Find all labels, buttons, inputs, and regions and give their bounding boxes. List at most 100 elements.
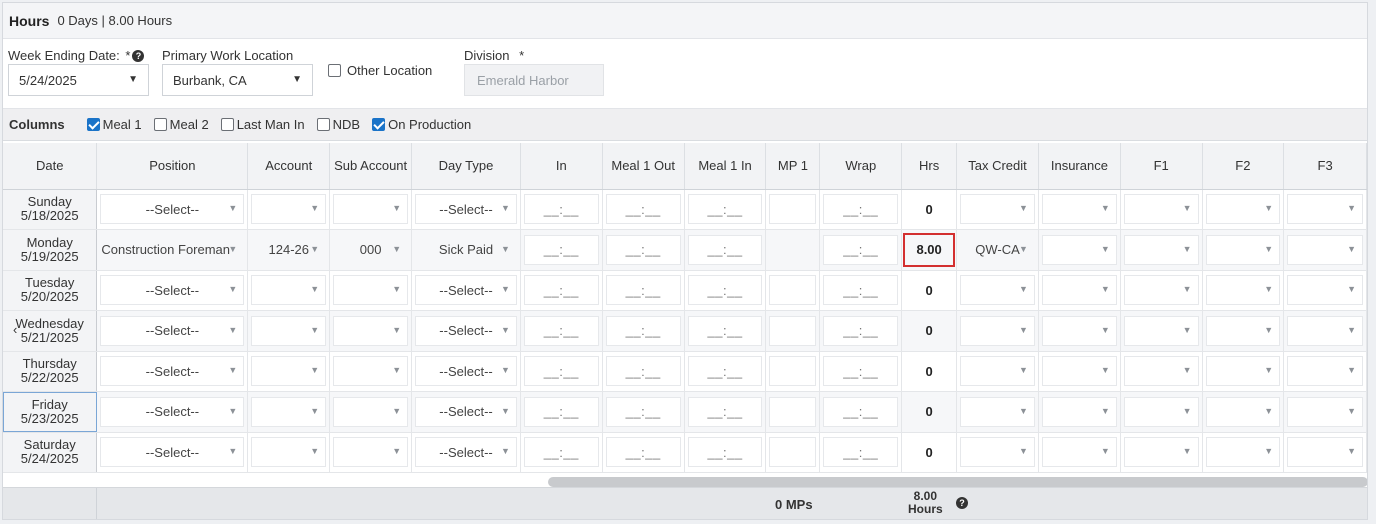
f1-select[interactable]: ▼	[1123, 437, 1199, 468]
tax-credit-select[interactable]: ▼	[960, 315, 1035, 346]
horizontal-scrollbar[interactable]	[548, 477, 1367, 487]
column-header-account[interactable]: Account	[247, 143, 331, 190]
account-select[interactable]: ▼	[251, 275, 327, 306]
day-type-select[interactable]: Sick Paid ▼	[415, 235, 517, 265]
column-header-meal-1-in[interactable]: Meal 1 In	[684, 143, 767, 190]
column-header-tax-credit[interactable]: Tax Credit	[956, 143, 1039, 190]
checkbox[interactable]	[86, 118, 100, 131]
f2-select[interactable]: ▼	[1205, 315, 1281, 346]
insurance-select[interactable]: ▼	[1041, 396, 1117, 427]
insurance-select[interactable]: ▼	[1041, 356, 1117, 387]
sub-account-select[interactable]: ▼	[333, 315, 409, 346]
checkbox[interactable]	[153, 118, 167, 131]
primary-location-select[interactable]: Burbank, CA ▼	[162, 64, 313, 96]
meal1-in-time[interactable]: __:__	[687, 194, 763, 225]
column-header-hrs[interactable]: Hrs	[901, 143, 958, 190]
date-cell[interactable]: Saturday 5/24/2025	[3, 432, 98, 473]
meal1-out-time[interactable]: __:__	[605, 275, 681, 306]
meal1-out-time[interactable]: __:__	[605, 356, 681, 387]
other-location-toggle[interactable]: Other Location	[328, 63, 432, 78]
meal1-in-time[interactable]: __:__	[687, 437, 763, 468]
f1-select[interactable]: ▼	[1123, 275, 1199, 306]
sub-account-select[interactable]: 000 ▼	[333, 235, 408, 265]
position-select[interactable]: --Select-- ▼	[100, 396, 245, 427]
column-header-insurance[interactable]: Insurance	[1038, 143, 1121, 190]
column-header-sub-account[interactable]: Sub Account	[329, 143, 413, 190]
mp1-input[interactable]	[769, 437, 817, 468]
date-cell[interactable]: Sunday 5/18/2025	[3, 189, 98, 230]
insurance-select[interactable]: ▼	[1041, 194, 1117, 225]
wrap-time[interactable]: __:__	[823, 194, 899, 225]
insurance-select[interactable]: ▼	[1041, 315, 1117, 346]
f2-select[interactable]: ▼	[1205, 356, 1281, 387]
f3-select[interactable]: ▼	[1287, 194, 1363, 225]
f2-select[interactable]: ▼	[1205, 275, 1281, 306]
day-type-select[interactable]: --Select-- ▼	[415, 194, 517, 225]
f3-select[interactable]: ▼	[1287, 396, 1363, 427]
column-option-meal-2[interactable]: Meal 2	[153, 117, 209, 132]
date-cell[interactable]: Tuesday 5/20/2025	[3, 270, 98, 311]
wrap-time[interactable]: __:__	[823, 437, 899, 468]
tax-credit-select[interactable]: ▼	[960, 396, 1035, 427]
in-time[interactable]: __:__	[523, 315, 599, 346]
column-header-f3[interactable]: F3	[1283, 143, 1367, 190]
help-icon[interactable]: ?	[132, 50, 145, 62]
position-select[interactable]: --Select-- ▼	[100, 356, 245, 387]
column-header-in[interactable]: In	[520, 143, 603, 190]
position-select[interactable]: --Select-- ▼	[100, 275, 245, 306]
in-time[interactable]: __:__	[523, 437, 599, 468]
sub-account-select[interactable]: ▼	[333, 437, 409, 468]
meal1-out-time[interactable]: __:__	[605, 315, 681, 346]
f2-select[interactable]: ▼	[1205, 234, 1281, 265]
f3-select[interactable]: ▼	[1287, 315, 1363, 346]
column-header-mp-1[interactable]: MP 1	[765, 143, 821, 190]
account-select[interactable]: ▼	[251, 194, 327, 225]
account-select[interactable]: ▼	[251, 396, 327, 427]
checkbox[interactable]	[372, 118, 386, 131]
day-type-select[interactable]: --Select-- ▼	[415, 396, 517, 427]
day-type-select[interactable]: --Select-- ▼	[415, 437, 517, 468]
f1-select[interactable]: ▼	[1123, 356, 1199, 387]
date-cell[interactable]: Monday 5/19/2025	[3, 229, 98, 271]
column-header-f1[interactable]: F1	[1120, 143, 1203, 190]
help-icon[interactable]: ?	[956, 497, 968, 509]
sub-account-select[interactable]: ▼	[333, 194, 409, 225]
sub-account-select[interactable]: ▼	[333, 396, 409, 427]
position-select[interactable]: --Select-- ▼	[100, 437, 245, 468]
day-type-select[interactable]: --Select-- ▼	[415, 275, 517, 306]
account-select[interactable]: 124-26 ▼	[251, 235, 326, 265]
mp1-input[interactable]	[769, 315, 817, 346]
insurance-select[interactable]: ▼	[1041, 275, 1117, 306]
in-time[interactable]: __:__	[523, 396, 599, 427]
account-select[interactable]: ▼	[251, 315, 327, 346]
day-type-select[interactable]: --Select-- ▼	[415, 356, 517, 387]
position-select[interactable]: Construction Foreman ▼	[100, 235, 244, 265]
tax-credit-select[interactable]: ▼	[960, 356, 1035, 387]
checkbox[interactable]	[220, 118, 234, 131]
mp1-input[interactable]	[769, 356, 817, 387]
column-header-f2[interactable]: F2	[1202, 143, 1285, 190]
insurance-select[interactable]: ▼	[1041, 437, 1117, 468]
meal1-in-time[interactable]: __:__	[687, 396, 763, 427]
f2-select[interactable]: ▼	[1205, 194, 1281, 225]
tax-credit-select[interactable]: ▼	[960, 437, 1035, 468]
f3-select[interactable]: ▼	[1287, 356, 1363, 387]
insurance-select[interactable]: ▼	[1041, 234, 1117, 265]
account-select[interactable]: ▼	[251, 437, 327, 468]
date-cell[interactable]: Thursday 5/22/2025	[3, 351, 98, 392]
column-option-on-production[interactable]: On Production	[372, 117, 471, 132]
date-cell[interactable]: Friday 5/23/2025	[3, 391, 98, 433]
meal1-out-time[interactable]: __:__	[605, 437, 681, 468]
column-option-last-man-in[interactable]: Last Man In	[220, 117, 305, 132]
day-type-select[interactable]: --Select-- ▼	[415, 315, 517, 346]
checkbox[interactable]	[316, 118, 330, 131]
wrap-time[interactable]: __:__	[823, 396, 899, 427]
wrap-time[interactable]: __:__	[823, 356, 899, 387]
tax-credit-select[interactable]: QW-CA ▼	[960, 235, 1035, 265]
meal1-out-time[interactable]: __:__	[605, 234, 681, 265]
mp1-input[interactable]	[769, 396, 817, 427]
in-time[interactable]: __:__	[523, 275, 599, 306]
sub-account-select[interactable]: ▼	[333, 356, 409, 387]
wrap-time[interactable]: __:__	[823, 315, 899, 346]
mp1-input[interactable]	[769, 275, 817, 306]
